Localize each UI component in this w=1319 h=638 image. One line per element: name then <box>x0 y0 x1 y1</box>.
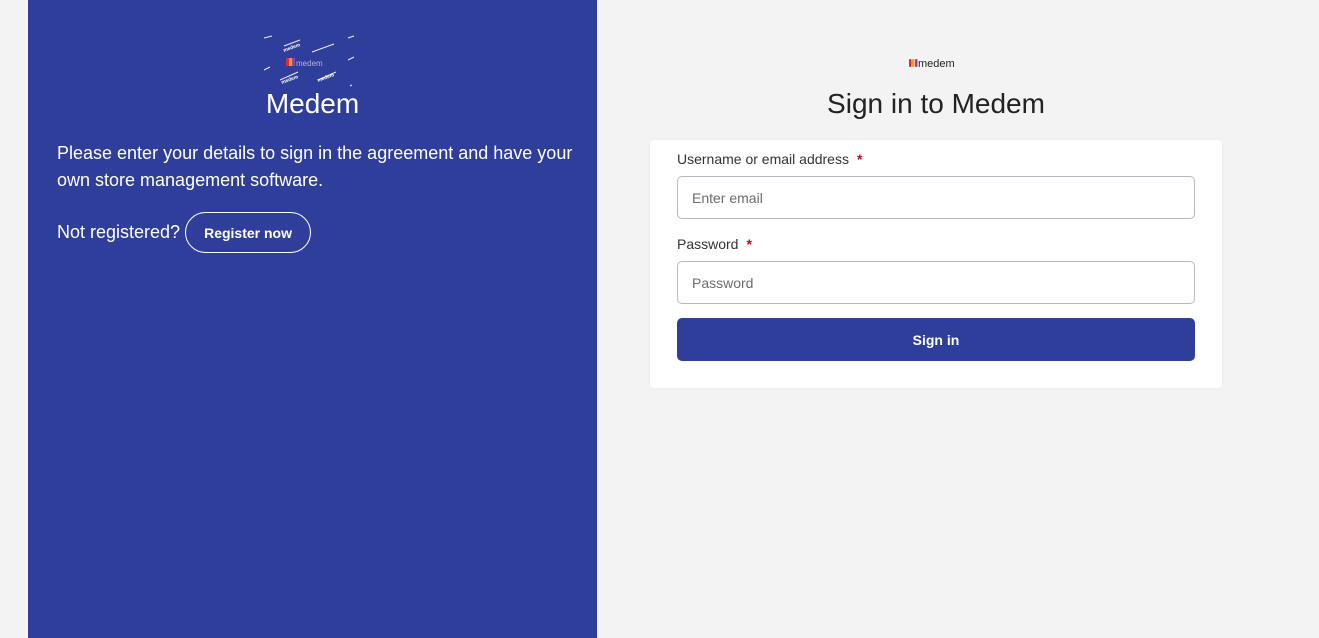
page-title: Sign in to Medem <box>827 88 1045 119</box>
email-field[interactable] <box>677 176 1195 219</box>
svg-text:medem: medem <box>296 59 323 68</box>
register-now-button[interactable]: Register now <box>185 212 311 253</box>
password-label: Password * <box>677 235 752 253</box>
medem-logo: medem <box>909 58 955 70</box>
username-label: Username or email address * <box>677 150 862 168</box>
brand-description: Please enter your details to sign in the… <box>57 143 573 190</box>
not-registered-text: Not registered? <box>57 222 181 242</box>
medem-logo-text: medem <box>918 58 955 70</box>
register-row: Not registered? Register now <box>57 212 311 253</box>
svg-text:medem: medem <box>281 74 300 86</box>
required-marker: * <box>746 236 752 252</box>
medem-logo-pattern: medem medem medem medem <box>263 35 355 87</box>
svg-text:medem: medem <box>317 72 336 84</box>
required-marker: * <box>856 151 863 167</box>
password-field[interactable] <box>677 261 1195 304</box>
username-label-text: Username or email address <box>677 151 849 167</box>
sign-in-button[interactable]: Sign in <box>677 318 1195 361</box>
signin-card: Username or email address * Password * Sig… <box>650 140 1222 388</box>
brand-title: Medem <box>265 88 360 119</box>
brand-panel: medem medem medem medem Medem Please ent… <box>28 0 597 638</box>
password-label-text: Password <box>677 236 739 252</box>
svg-text:medem: medem <box>283 42 302 54</box>
